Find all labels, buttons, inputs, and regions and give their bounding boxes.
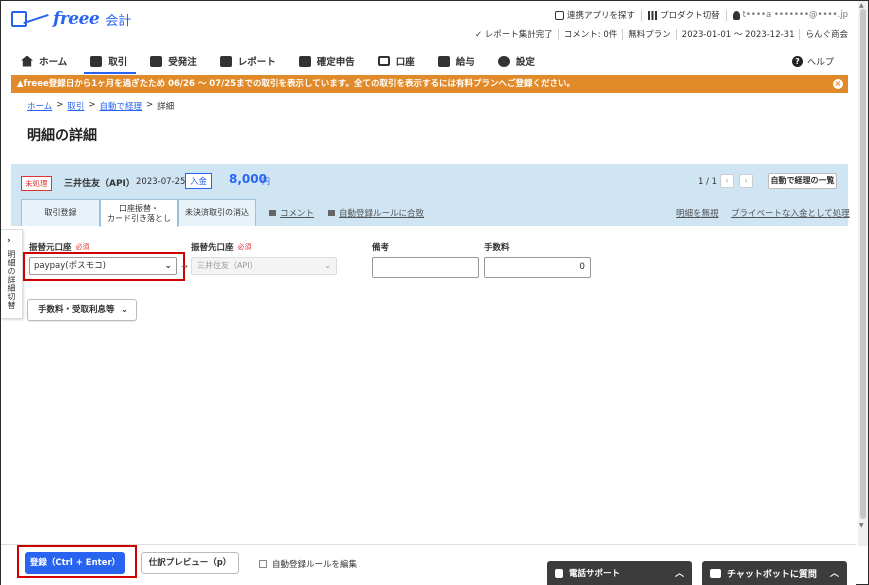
nav-accounts[interactable]: 口座: [368, 49, 428, 73]
document-icon: [150, 55, 163, 67]
logo-bird-icon: [23, 14, 49, 24]
rule-match-link[interactable]: 自動登録ルールに合致: [328, 207, 424, 219]
nav-transactions[interactable]: 取引: [80, 49, 140, 74]
comment-link[interactable]: コメント: [269, 207, 314, 219]
nav-orders[interactable]: 受発注: [140, 49, 210, 73]
tab-register[interactable]: 取引登録: [21, 199, 100, 226]
app-store-link[interactable]: 連携アプリを探す: [555, 9, 635, 21]
scroll-down-icon[interactable]: ▼: [859, 522, 864, 529]
detail-switch-panel[interactable]: › 明細の詳細切替: [1, 229, 23, 319]
breadcrumb-transactions[interactable]: 取引: [67, 100, 84, 112]
gear-icon: [497, 55, 510, 67]
nav-settings[interactable]: 設定: [488, 49, 548, 73]
required-mark: 必須: [75, 243, 90, 251]
fiscal-period[interactable]: 2023-01-01 ～ 2023-12-31: [682, 28, 795, 40]
main-nav: ホーム 取引 受発注 レポート 確定申告 口座 給与 設定: [11, 49, 548, 74]
chevron-down-icon: ⌄: [324, 261, 331, 270]
help-link[interactable]: ? ヘルプ: [791, 55, 834, 68]
chevron-up-icon: ︿: [829, 569, 839, 579]
checkbox-icon[interactable]: [259, 560, 267, 568]
pager-count: 1 / 1: [698, 177, 718, 187]
memo-label: 備考: [372, 243, 390, 253]
fee-input[interactable]: 0: [484, 257, 591, 278]
phone-icon: [555, 568, 563, 578]
plan-warning-banner: ▲freee登録日から1ヶ月を過ぎたため 06/26 ～ 07/25までの取引を…: [11, 75, 848, 93]
bar-chart-icon: [219, 55, 232, 67]
status-badge: 未処理: [21, 176, 52, 191]
tab-settlement[interactable]: 未決済取引の消込: [178, 199, 256, 226]
breadcrumb-current: 詳細: [157, 102, 175, 112]
ledger-icon: [90, 55, 103, 67]
close-icon[interactable]: ×: [833, 79, 843, 89]
chevron-right-icon: ›: [7, 236, 11, 246]
ignore-link[interactable]: 明細を無視: [676, 207, 719, 219]
logo-mark-icon: [11, 11, 27, 27]
home-icon: [21, 55, 33, 67]
edit-rule-checkbox[interactable]: 自動登録ルールを編集: [259, 558, 357, 570]
user-menu[interactable]: t••••a •••••••@••••.jp: [732, 10, 848, 20]
chevron-up-icon: ︿: [674, 569, 684, 579]
arrow-icon: →: [181, 262, 188, 271]
breadcrumb-auto[interactable]: 自動で経理: [100, 100, 143, 112]
rule-icon: [328, 210, 335, 216]
camera-icon: [555, 10, 565, 20]
currency: 円: [262, 177, 270, 186]
chatbot-widget[interactable]: チャットボットに質問 ︿: [702, 561, 847, 585]
highlight-box: [17, 545, 137, 578]
company-name[interactable]: らんぐ商会: [805, 28, 848, 40]
journal-preview-button[interactable]: 仕訳プレビュー（p）: [141, 552, 239, 574]
freee-logo[interactable]: freee 会計: [11, 9, 131, 29]
nav-payroll[interactable]: 給与: [428, 49, 488, 73]
nav-reports[interactable]: レポート: [210, 49, 289, 73]
fee-label: 手数料: [484, 243, 510, 253]
report-status: ✓ レポート集計完了: [474, 30, 553, 40]
status-line: ✓ レポート集計完了 コメント: 0件 無料プラン 2023-01-01 ～ 2…: [475, 28, 848, 40]
chat-icon: [710, 568, 721, 578]
nav-tax-return[interactable]: 確定申告: [289, 49, 368, 73]
breadcrumb-home[interactable]: ホーム: [27, 100, 52, 112]
nav-home[interactable]: ホーム: [11, 49, 80, 73]
tab-transfer[interactable]: 口座振替・ カード引き落とし: [100, 199, 178, 227]
chevron-down-icon: ⌄: [120, 305, 128, 315]
card-icon: [377, 56, 390, 66]
next-button[interactable]: ›: [739, 174, 753, 188]
banner-text: freee登録日から1ヶ月を過ぎたため 06/26 ～ 07/25までの取引を表…: [23, 79, 575, 89]
breadcrumb: ホーム > 取引 > 自動で経理 > 詳細: [27, 100, 175, 112]
transaction-date: 2023-07-25: [136, 177, 186, 187]
to-account-label: 振替先口座 必須: [191, 243, 252, 253]
product-name: 会計: [105, 13, 132, 29]
memo-input[interactable]: [372, 257, 479, 278]
to-account-select: 三井住友（API） ⌄: [191, 257, 337, 275]
scroll-up-icon[interactable]: ▲: [859, 2, 864, 9]
private-deposit-link[interactable]: プライベートな入金として処理: [731, 207, 850, 219]
side-panel-label: 明細の詳細切替: [7, 250, 16, 310]
list-icon: [437, 55, 450, 67]
phone-support-widget[interactable]: 電話サポート ︿: [547, 561, 692, 585]
fee-interest-button[interactable]: 手数料・受取利息等 ⌄: [27, 299, 137, 321]
plan-label[interactable]: 無料プラン: [628, 28, 671, 40]
brand-name: freee: [53, 9, 100, 29]
comment-icon: [269, 210, 276, 216]
user-icon: [732, 10, 740, 20]
required-mark: 必須: [237, 243, 252, 251]
product-switch-link[interactable]: プロダクト切替: [648, 9, 720, 21]
bank-name: 三井住友（API）: [64, 179, 135, 189]
page-title: 明細の詳細: [27, 128, 97, 144]
grid-icon: [648, 10, 658, 20]
header-links: 連携アプリを探す プロダクト切替 t••••a •••••••@••••.jp: [555, 9, 848, 21]
question-icon: ?: [791, 56, 803, 67]
comment-count[interactable]: コメント: 0件: [564, 28, 617, 40]
highlight-box: [23, 252, 185, 281]
back-to-list-button[interactable]: 自動で経理の一覧: [768, 173, 837, 189]
files-icon: [298, 55, 311, 67]
prev-button[interactable]: ‹: [720, 174, 734, 188]
inout-badge: 入金: [185, 173, 213, 189]
scrollbar-thumb[interactable]: [860, 9, 866, 519]
